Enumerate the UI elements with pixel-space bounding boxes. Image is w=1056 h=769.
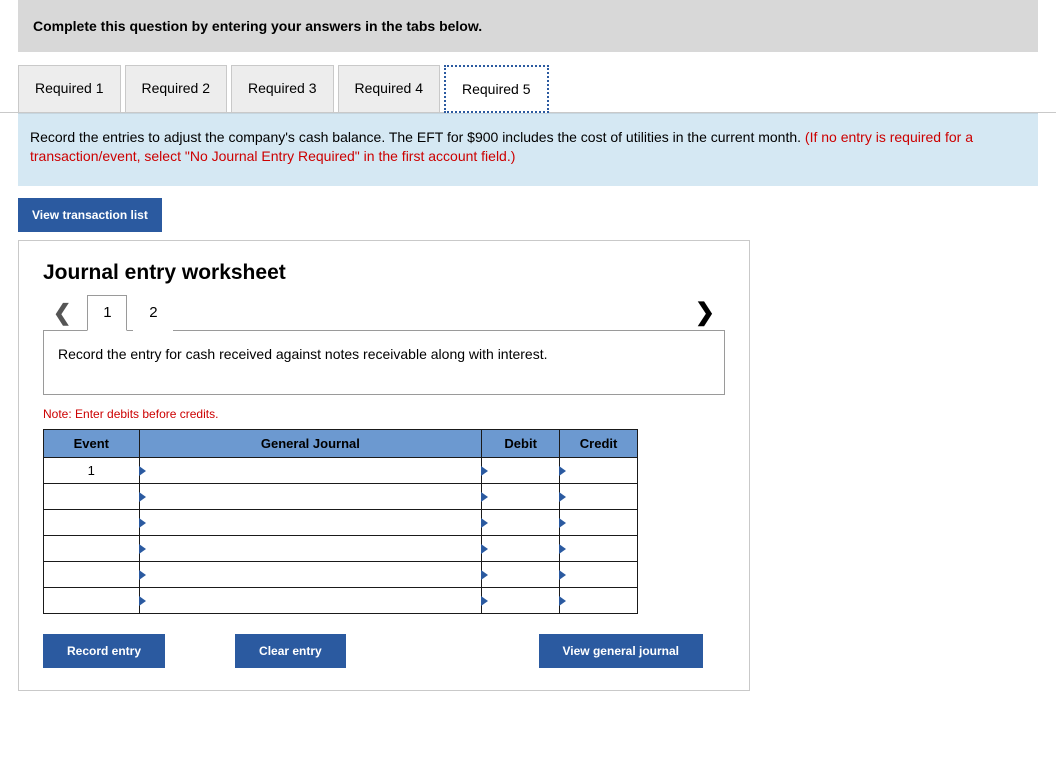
dropdown-indicator-icon — [481, 466, 488, 476]
dropdown-indicator-icon — [139, 570, 146, 580]
cell-event[interactable] — [44, 562, 140, 588]
chevron-right-icon[interactable]: ❯ — [685, 301, 725, 325]
table-row — [44, 562, 638, 588]
cell-debit[interactable] — [482, 588, 560, 614]
dropdown-indicator-icon — [559, 596, 566, 606]
cell-debit[interactable] — [482, 484, 560, 510]
dropdown-indicator-icon — [139, 596, 146, 606]
tabs-row: Required 1 Required 2 Required 3 Require… — [0, 52, 1056, 113]
dropdown-indicator-icon — [481, 492, 488, 502]
cell-debit[interactable] — [482, 458, 560, 484]
header-debit: Debit — [482, 430, 560, 458]
dropdown-indicator-icon — [139, 466, 146, 476]
cell-general-journal[interactable] — [139, 588, 482, 614]
cell-event[interactable]: 1 — [44, 458, 140, 484]
dropdown-indicator-icon — [559, 492, 566, 502]
dropdown-indicator-icon — [481, 544, 488, 554]
entry-description: Record the entry for cash received again… — [43, 330, 725, 396]
journal-tbody: 1 — [44, 458, 638, 614]
cell-general-journal[interactable] — [139, 458, 482, 484]
cell-credit[interactable] — [560, 562, 638, 588]
header-credit: Credit — [560, 430, 638, 458]
cell-event[interactable] — [44, 588, 140, 614]
worksheet-title: Journal entry worksheet — [43, 261, 725, 285]
cell-credit[interactable] — [560, 588, 638, 614]
page-button-2[interactable]: 2 — [133, 295, 173, 331]
cell-debit[interactable] — [482, 510, 560, 536]
tab-required-1[interactable]: Required 1 — [18, 65, 121, 113]
cell-debit[interactable] — [482, 536, 560, 562]
prompt-box: Record the entries to adjust the company… — [18, 113, 1038, 186]
header-general-journal: General Journal — [139, 430, 482, 458]
chevron-left-icon[interactable]: ❮ — [43, 302, 81, 324]
cell-general-journal[interactable] — [139, 536, 482, 562]
instruction-bar: Complete this question by entering your … — [18, 0, 1038, 52]
cell-event[interactable] — [44, 484, 140, 510]
note-debits-before-credits: Note: Enter debits before credits. — [43, 407, 725, 421]
table-row — [44, 510, 638, 536]
header-event: Event — [44, 430, 140, 458]
table-row: 1 — [44, 458, 638, 484]
tab-required-4[interactable]: Required 4 — [338, 65, 441, 113]
journal-worksheet-card: Journal entry worksheet ❮ 1 2 ❯ Record t… — [18, 240, 750, 692]
dropdown-indicator-icon — [139, 544, 146, 554]
cell-general-journal[interactable] — [139, 484, 482, 510]
dropdown-indicator-icon — [559, 544, 566, 554]
cell-general-journal[interactable] — [139, 510, 482, 536]
cell-event[interactable] — [44, 510, 140, 536]
tab-required-2[interactable]: Required 2 — [125, 65, 228, 113]
dropdown-indicator-icon — [481, 596, 488, 606]
table-row — [44, 588, 638, 614]
dropdown-indicator-icon — [481, 518, 488, 528]
tab-required-3[interactable]: Required 3 — [231, 65, 334, 113]
view-general-journal-button[interactable]: View general journal — [539, 634, 703, 668]
record-entry-button[interactable]: Record entry — [43, 634, 165, 668]
clear-entry-button[interactable]: Clear entry — [235, 634, 346, 668]
dropdown-indicator-icon — [139, 492, 146, 502]
button-row: Record entry Clear entry View general jo… — [43, 634, 703, 668]
cell-debit[interactable] — [482, 562, 560, 588]
cell-general-journal[interactable] — [139, 562, 482, 588]
dropdown-indicator-icon — [559, 570, 566, 580]
table-row — [44, 536, 638, 562]
tab-required-5[interactable]: Required 5 — [444, 65, 549, 113]
dropdown-indicator-icon — [481, 570, 488, 580]
cell-credit[interactable] — [560, 510, 638, 536]
view-transaction-list-button[interactable]: View transaction list — [18, 198, 162, 232]
instruction-text: Complete this question by entering your … — [33, 18, 482, 34]
dropdown-indicator-icon — [139, 518, 146, 528]
journal-table: Event General Journal Debit Credit 1 — [43, 429, 638, 614]
page-button-1[interactable]: 1 — [87, 295, 127, 331]
cell-credit[interactable] — [560, 484, 638, 510]
cell-credit[interactable] — [560, 536, 638, 562]
pager-row: ❮ 1 2 ❯ — [43, 295, 725, 331]
prompt-main: Record the entries to adjust the company… — [30, 129, 805, 145]
cell-event[interactable] — [44, 536, 140, 562]
dropdown-indicator-icon — [559, 466, 566, 476]
dropdown-indicator-icon — [559, 518, 566, 528]
cell-credit[interactable] — [560, 458, 638, 484]
table-row — [44, 484, 638, 510]
